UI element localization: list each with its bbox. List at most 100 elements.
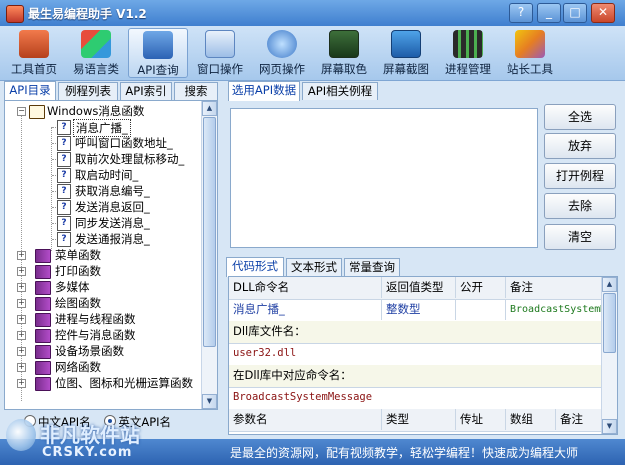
color-picker-icon [329, 30, 359, 58]
tree-node-group[interactable]: + 绘图函数 [5, 295, 200, 311]
book-icon [35, 313, 51, 327]
clear-button[interactable]: 清空 [544, 224, 616, 250]
minimize-button[interactable]: _ [537, 3, 561, 23]
tab-api-catalog[interactable]: API目录 [4, 81, 56, 101]
tree-node-group[interactable]: + 打印函数 [5, 263, 200, 279]
col-param-note: 备注 [560, 412, 583, 426]
toolbar-window-ops[interactable]: 窗口操作 [190, 28, 250, 78]
tab-text-form[interactable]: 文本形式 [286, 258, 342, 276]
expand-icon[interactable]: + [17, 267, 26, 276]
tools-icon [515, 30, 545, 58]
tree-node-group[interactable]: + 菜单函数 [5, 247, 200, 263]
tree-node-windows-messages[interactable]: − Windows消息函数 [5, 103, 200, 119]
tree-leaf[interactable]: ? 获取消息编号_ [5, 183, 200, 199]
expand-icon[interactable]: + [17, 283, 26, 292]
cell-return-type[interactable]: 整数型 [382, 299, 456, 320]
expand-icon[interactable]: + [17, 315, 26, 324]
tree-leaf[interactable]: ? 消息广播_ [5, 119, 200, 137]
discard-button[interactable]: 放弃 [544, 133, 616, 159]
watermark: 非凡软件站 CRSKY.com [0, 413, 180, 463]
tree-scrollbar[interactable]: ▲ ▼ [201, 101, 217, 409]
toolbar-webmaster-tools[interactable]: 站长工具 [500, 28, 560, 78]
grid-value-row[interactable]: BroadcastSystemMessage [229, 387, 602, 410]
tab-example-list[interactable]: 例程列表 [58, 82, 118, 100]
help-button[interactable]: ? [509, 3, 533, 23]
expand-icon[interactable]: + [17, 299, 26, 308]
grid-header-row: DLL命令名 返回值类型 公开 备注 [229, 277, 602, 300]
grid-value-row[interactable]: user32.dll [229, 343, 602, 366]
maximize-button[interactable]: □ [563, 3, 587, 23]
toolbar-web-ops[interactable]: 网页操作 [252, 28, 312, 78]
col-param-ref: 传址 [456, 409, 506, 430]
cell-command-name[interactable]: 消息广播_ [229, 299, 382, 320]
tab-api-index[interactable]: API索引 [120, 82, 172, 100]
watermark-logo-icon [6, 419, 36, 451]
tab-search[interactable]: 搜索 [174, 82, 218, 100]
cell-note[interactable]: BroadcastSystemMessage [506, 299, 602, 320]
dll-lib-value[interactable]: user32.dll [229, 343, 602, 364]
tree-node-group[interactable]: + 设备场景函数 [5, 343, 200, 359]
toolbar-api-query[interactable]: API查询 [128, 28, 188, 78]
tree-node-group[interactable]: + 控件与消息函数 [5, 327, 200, 343]
scroll-thumb[interactable] [203, 117, 216, 347]
toolbar-home[interactable]: 工具首页 [4, 28, 64, 78]
col-return-type: 返回值类型 [382, 277, 456, 298]
book-icon [35, 265, 51, 279]
help-doc-icon: ? [57, 232, 71, 247]
tree-node-group[interactable]: + 多媒体 [5, 279, 200, 295]
expand-icon[interactable]: + [17, 331, 26, 340]
grid-scrollbar[interactable]: ▲ ▼ [601, 277, 617, 434]
col-note: 备注 [510, 280, 533, 294]
tree-leaf[interactable]: ? 取启动时间_ [5, 167, 200, 183]
app-window: 最生易编程助手 V1.2 ? _ □ ✕ 工具首页 易语言类 API查询 窗口操… [0, 0, 625, 465]
tab-constant-query[interactable]: 常量查询 [344, 258, 400, 276]
help-doc-icon: ? [57, 200, 71, 215]
lower-tabs: 代码形式 文本形式 常量查询 [226, 257, 620, 277]
tree-node-group[interactable]: + 网络函数 [5, 359, 200, 375]
expand-icon[interactable]: + [17, 347, 26, 356]
tab-code-form[interactable]: 代码形式 [226, 257, 284, 277]
toolbar-eyuyan[interactable]: 易语言类 [66, 28, 126, 78]
toolbar-process-manager[interactable]: 进程管理 [438, 28, 498, 78]
scroll-down-icon[interactable]: ▼ [602, 419, 617, 434]
toolbar-screenshot[interactable]: 屏幕截图 [376, 28, 436, 78]
window-title: 最生易编程助手 V1.2 [28, 7, 147, 21]
tab-api-examples[interactable]: API相关例程 [302, 82, 378, 100]
open-example-button[interactable]: 打开例程 [544, 163, 616, 189]
collapse-icon[interactable]: − [17, 107, 26, 116]
tab-selected-api-data[interactable]: 选用API数据 [228, 81, 300, 101]
help-doc-icon: ? [57, 216, 71, 231]
remove-button[interactable]: 去除 [544, 193, 616, 219]
house-icon [19, 30, 49, 58]
tree-node-group[interactable]: + 进程与线程函数 [5, 311, 200, 327]
app-icon [6, 5, 24, 23]
col-param-type: 类型 [382, 409, 456, 430]
tree-leaf[interactable]: ? 同步发送消息_ [5, 215, 200, 231]
window-icon [205, 30, 235, 58]
left-tabs: API目录 例程列表 API索引 搜索 [4, 81, 220, 101]
scroll-up-icon[interactable]: ▲ [602, 277, 617, 292]
selected-api-list[interactable] [230, 108, 538, 248]
right-tabs: 选用API数据 API相关例程 [226, 81, 620, 101]
expand-icon[interactable]: + [17, 379, 26, 388]
tree-leaf[interactable]: ? 呼叫窗口函数地址_ [5, 135, 200, 151]
select-all-button[interactable]: 全选 [544, 104, 616, 130]
expand-icon[interactable]: + [17, 363, 26, 372]
param-header-row: 参数名 类型 传址 数组 备注 [229, 409, 602, 432]
tree-node-group[interactable]: + 位图、图标和光栅运算函数 [5, 375, 200, 391]
func-name-value[interactable]: BroadcastSystemMessage [229, 387, 602, 408]
tree-leaf[interactable]: ? 取前次处理鼠标移动_ [5, 151, 200, 167]
grid-label-row: 在Dll库中对应命令名： [229, 365, 602, 388]
grid-data-row[interactable]: 消息广播_ 整数型 BroadcastSystemMessage [229, 299, 602, 322]
toolbar-color-picker[interactable]: 屏幕取色 [314, 28, 374, 78]
expand-icon[interactable]: + [17, 251, 26, 260]
scroll-down-icon[interactable]: ▼ [202, 394, 217, 409]
close-button[interactable]: ✕ [591, 3, 615, 23]
tree-leaf[interactable]: ? 发送通报消息_ [5, 231, 200, 247]
scroll-up-icon[interactable]: ▲ [202, 101, 217, 116]
scroll-thumb[interactable] [603, 293, 616, 353]
cell-public[interactable] [456, 299, 506, 320]
func-name-label: 在Dll库中对应命令名： [233, 368, 352, 382]
tree-leaf[interactable]: ? 发送消息返回_ [5, 199, 200, 215]
api-tree[interactable]: − Windows消息函数 ? 消息广播_ ? 呼叫窗口函数地址_ ? 取前次处… [4, 100, 218, 410]
